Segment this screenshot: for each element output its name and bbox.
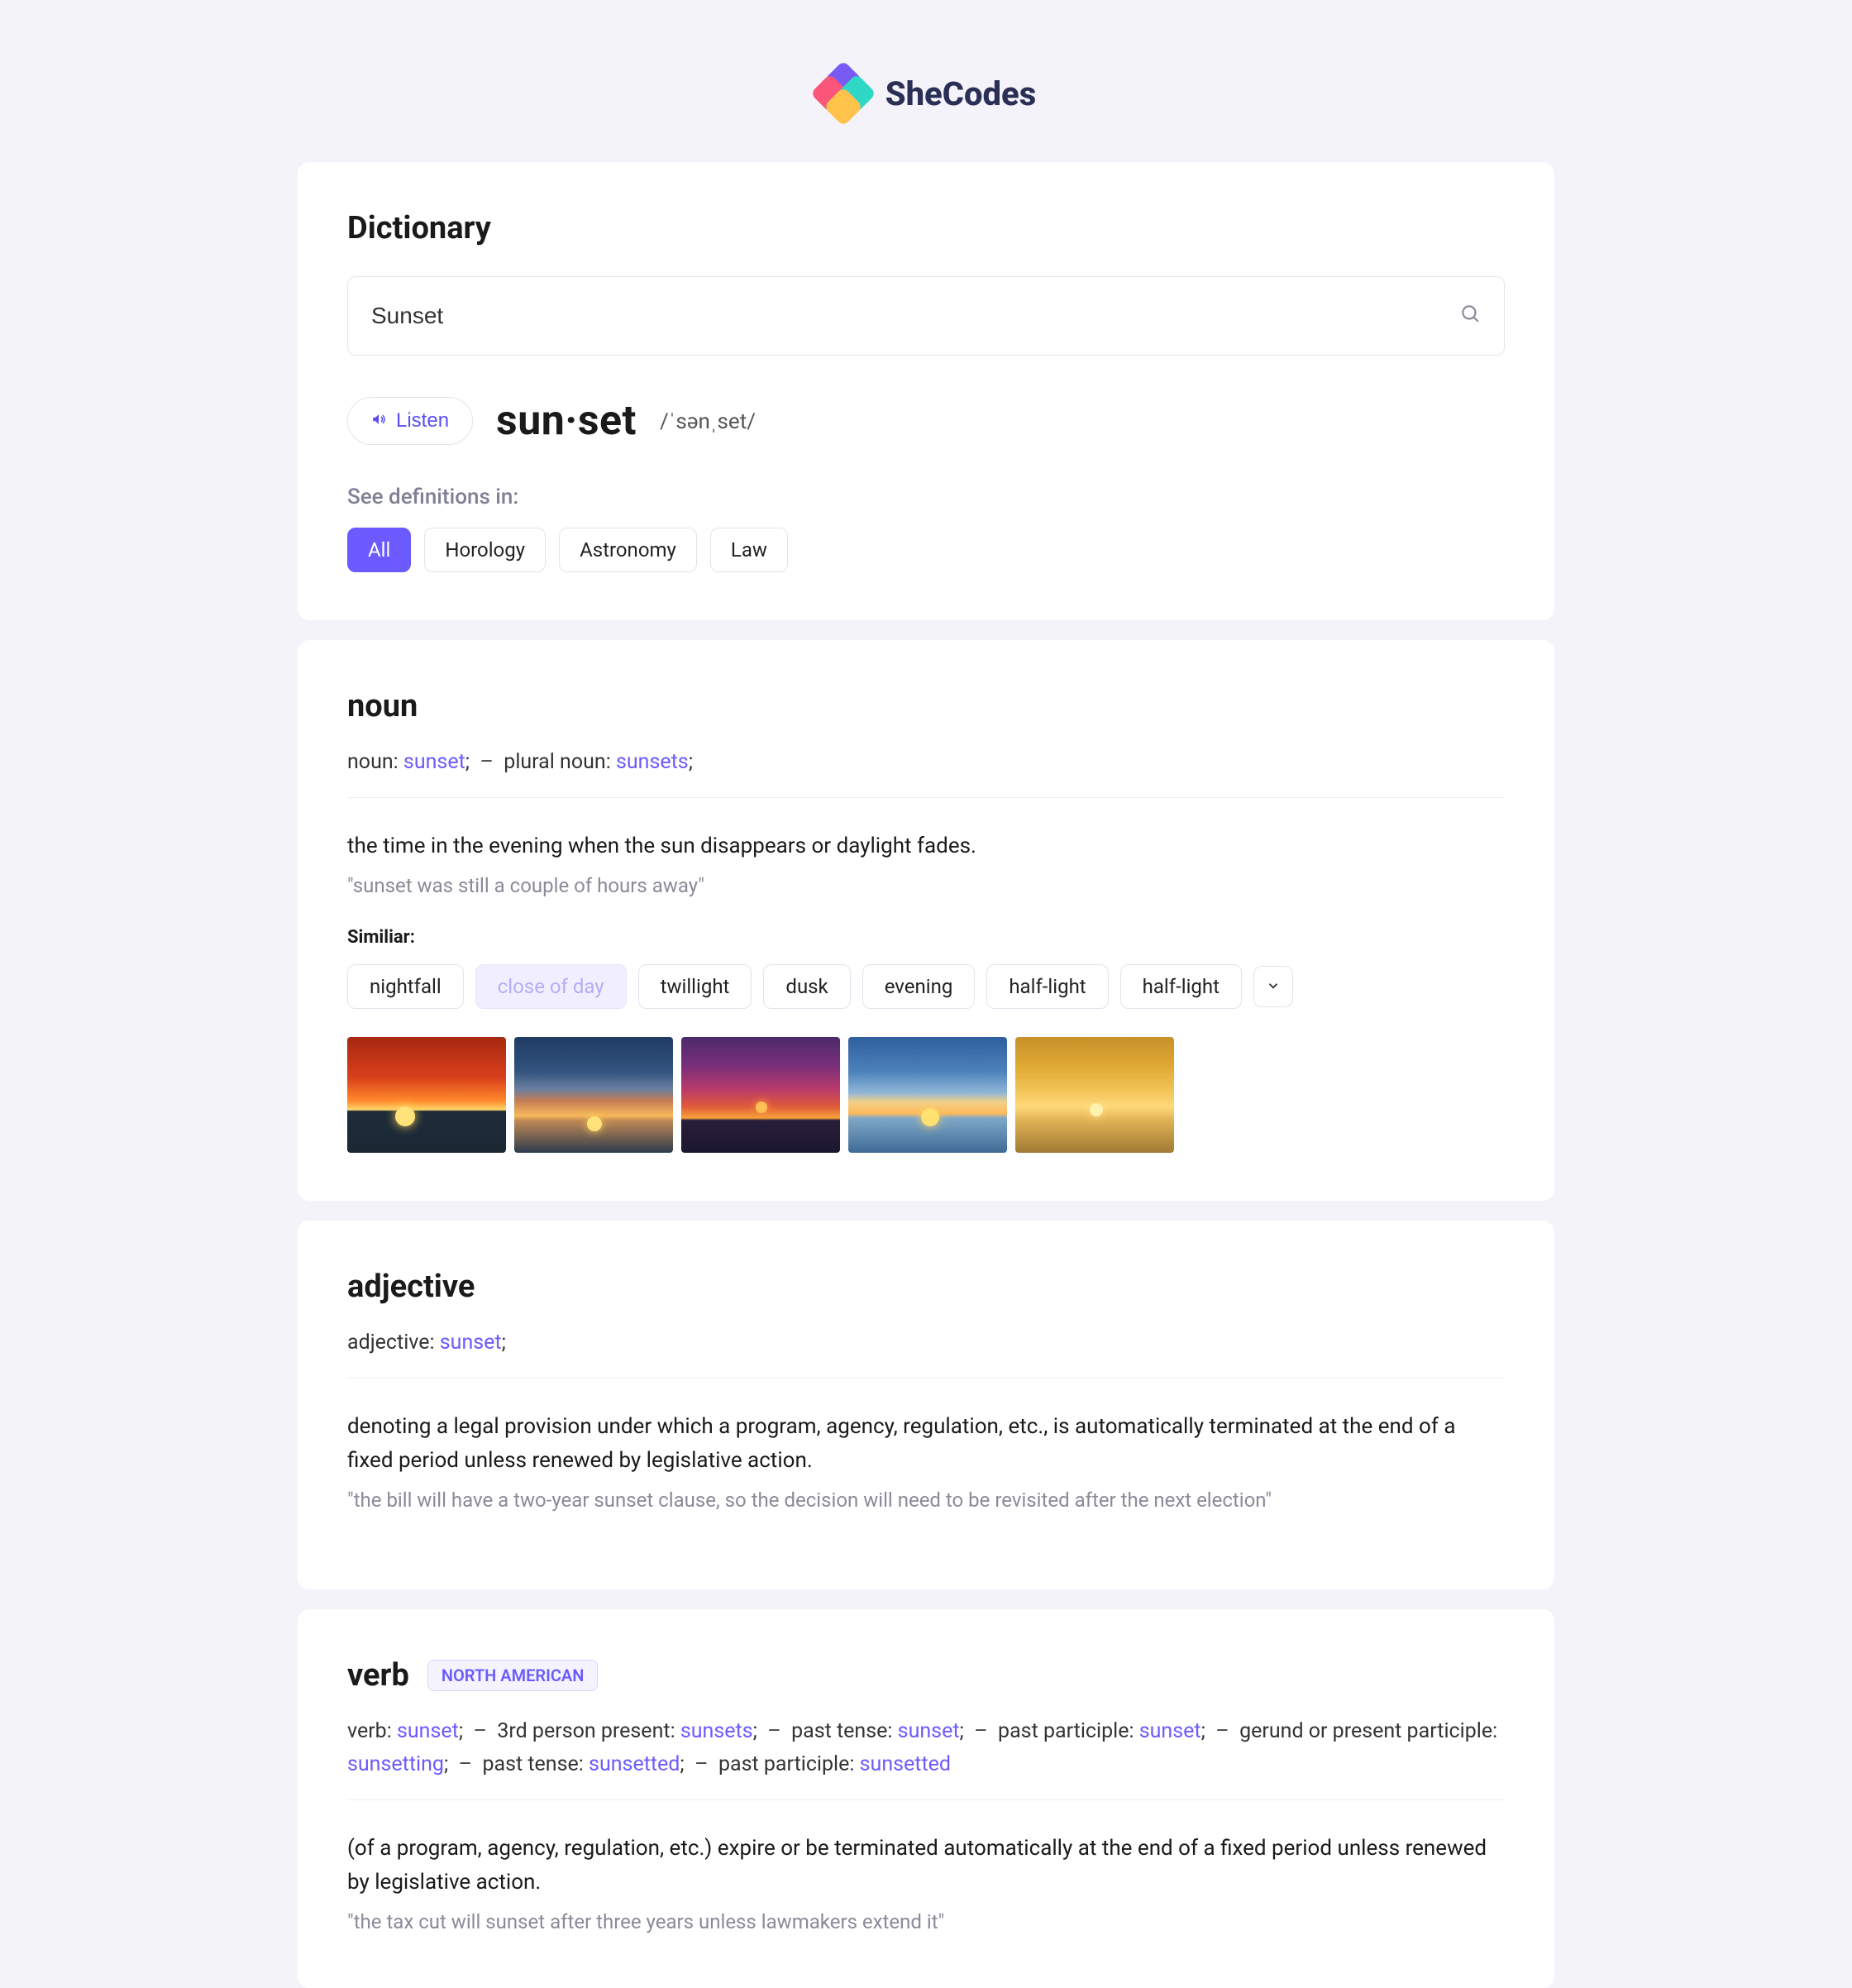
listen-label: Listen [396, 409, 449, 432]
example-adjective: "the bill will have a two-year sunset cl… [347, 1489, 1505, 1512]
similar-chip[interactable]: close of day [475, 964, 627, 1009]
result-image[interactable] [681, 1037, 840, 1153]
similar-chip[interactable]: half-light [1120, 964, 1242, 1009]
forms-verb: verb: sunset; – 3rd person present: suns… [347, 1715, 1505, 1800]
category-pill[interactable]: Law [710, 528, 788, 572]
example-noun: "sunset was still a couple of hours away… [347, 874, 1505, 897]
brand-logo: SheCodes [298, 66, 1554, 121]
section-noun: noun noun: sunset; – plural noun: sunset… [298, 640, 1554, 1201]
phonetic: /ˈsənˌset/ [660, 409, 756, 434]
chevron-down-icon [1266, 978, 1281, 993]
pos-heading-verb: verb NORTH AMERICAN [347, 1657, 1505, 1694]
result-image[interactable] [514, 1037, 673, 1153]
forms-adjective: adjective: sunset; [347, 1326, 1505, 1379]
listen-button[interactable]: Listen [347, 397, 473, 445]
similar-label: Similiar: [347, 927, 1505, 948]
brand-name: SheCodes [885, 74, 1036, 113]
search-icon[interactable] [1459, 303, 1481, 330]
pos-heading-adjective: adjective [347, 1269, 1505, 1305]
logo-icon [816, 66, 871, 121]
page-title: Dictionary [347, 210, 1505, 246]
similar-chip[interactable]: dusk [763, 964, 850, 1009]
similar-chip[interactable]: half-light [986, 964, 1108, 1009]
result-image[interactable] [1015, 1037, 1174, 1153]
see-definitions-label: See definitions in: [347, 485, 1505, 509]
headword: sun·set [496, 397, 637, 445]
category-pill[interactable]: All [347, 528, 411, 572]
category-pill[interactable]: Horology [424, 528, 546, 572]
pos-heading-noun: noun [347, 688, 1505, 724]
dictionary-header-card: Dictionary Listen sun·set /ˈsənˌset/ See… [298, 162, 1554, 620]
search-input[interactable] [371, 303, 1459, 329]
definition-verb: (of a program, agency, regulation, etc.)… [347, 1832, 1505, 1900]
forms-noun: noun: sunset; – plural noun: sunsets; [347, 746, 1505, 798]
result-image[interactable] [848, 1037, 1007, 1153]
definition-noun: the time in the evening when the sun dis… [347, 829, 1505, 864]
search-box[interactable] [347, 276, 1505, 356]
expand-similar-button[interactable] [1253, 966, 1293, 1007]
result-image[interactable] [347, 1037, 506, 1153]
similar-chip[interactable]: twillight [638, 964, 752, 1009]
definition-adjective: denoting a legal provision under which a… [347, 1410, 1505, 1479]
example-verb: "the tax cut will sunset after three yea… [347, 1910, 1505, 1933]
volume-icon [371, 412, 386, 431]
similar-chip[interactable]: evening [862, 964, 976, 1009]
section-adjective: adjective adjective: sunset; denoting a … [298, 1221, 1554, 1589]
region-tag: NORTH AMERICAN [427, 1660, 599, 1691]
section-verb: verb NORTH AMERICAN verb: sunset; – 3rd … [298, 1609, 1554, 1988]
category-pill[interactable]: Astronomy [559, 528, 697, 572]
similar-chip[interactable]: nightfall [347, 964, 464, 1009]
